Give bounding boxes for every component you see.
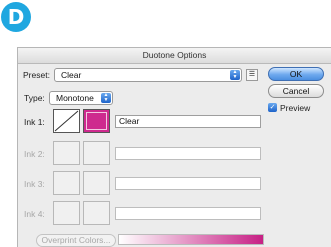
ink-2-curve-button[interactable]: [53, 141, 80, 165]
ink-3-label: Ink 3:: [24, 179, 45, 189]
ink-4-name-field[interactable]: [115, 207, 261, 220]
ok-button[interactable]: OK: [268, 67, 324, 81]
ink-3-color-swatch[interactable]: [83, 171, 110, 195]
select-arrows-icon: ▲ ▼: [230, 70, 240, 80]
ink-1-curve-button[interactable]: [53, 109, 80, 133]
preset-select[interactable]: Clear ▲ ▼: [54, 68, 242, 82]
preview-checkbox[interactable]: ✓: [268, 103, 277, 112]
ink-4-curve-button[interactable]: [53, 201, 80, 225]
select-arrows-icon: ▲ ▼: [101, 93, 111, 103]
cancel-button[interactable]: Cancel: [268, 84, 324, 98]
ink-3-name-field[interactable]: [115, 177, 261, 190]
preset-menu-icon[interactable]: ☰: [246, 69, 258, 81]
duotone-gradient-bar: [118, 234, 264, 245]
type-select[interactable]: Monotone ▲ ▼: [49, 91, 113, 105]
type-label: Type:: [24, 93, 45, 103]
ink-2-label: Ink 2:: [24, 149, 45, 159]
preset-value: Clear: [61, 70, 82, 80]
duotone-options-dialog: Duotone Options Preset: Clear ▲ ▼ ☰ OK Ca…: [17, 47, 331, 247]
ink-1-name-field[interactable]: Clear: [115, 115, 261, 128]
ink-2-color-swatch[interactable]: [83, 141, 110, 165]
ink-3-curve-button[interactable]: [53, 171, 80, 195]
curve-diagonal-icon: [54, 110, 79, 132]
preview-label: Preview: [280, 103, 311, 113]
ink-4-label: Ink 4:: [24, 209, 45, 219]
ink-1-label: Ink 1:: [24, 117, 45, 127]
ink-4-color-swatch[interactable]: [83, 201, 110, 225]
ink-1-color-swatch[interactable]: [83, 109, 110, 133]
ink-2-name-field[interactable]: [115, 147, 261, 160]
overprint-colors-button[interactable]: Overprint Colors...: [36, 234, 116, 247]
type-value: Monotone: [56, 93, 94, 103]
dialog-title: Duotone Options: [18, 48, 331, 64]
step-badge: D: [1, 2, 31, 32]
preset-label: Preset:: [23, 70, 50, 80]
